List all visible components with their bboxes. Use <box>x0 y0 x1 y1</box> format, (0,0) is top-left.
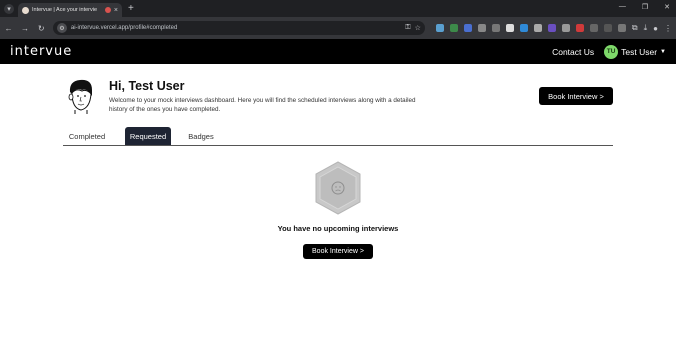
intervue-logo[interactable]: intervue <box>10 44 72 59</box>
extensions-row: ⧉ ⤓ ● ⋮ <box>435 23 672 33</box>
profile-icon[interactable]: ● <box>653 24 658 33</box>
extension-icon[interactable] <box>533 24 542 32</box>
recording-icon <box>104 7 111 13</box>
forward-icon[interactable]: → <box>20 24 29 33</box>
user-name: Test User <box>621 46 658 57</box>
extension-icon[interactable] <box>477 24 486 32</box>
url-text[interactable]: ai-intervue.vercel.app/profile#completed <box>71 25 401 31</box>
book-interview-button[interactable]: Book Interview > <box>539 87 613 105</box>
extension-icon[interactable] <box>463 24 472 32</box>
dashboard-description: Welcome to your mock interviews dashboar… <box>109 97 416 113</box>
extension-icon[interactable] <box>603 24 612 32</box>
extension-icon[interactable] <box>575 24 584 32</box>
site-header: intervue Contact Us TU Test User ▼ <box>0 39 676 98</box>
browser-toolbar: ← → ↻ ⚙ ai-intervue.vercel.app/profile#c… <box>0 17 676 39</box>
tab-requested[interactable]: Requested <box>125 127 171 145</box>
extensions-puzzle-icon[interactable]: ⧉ <box>632 23 638 33</box>
book-interview-button-empty[interactable]: Book Interview > <box>303 244 373 259</box>
menu-kebab-icon[interactable]: ⋮ <box>664 24 672 33</box>
extension-icon[interactable] <box>617 24 626 32</box>
tab-search-icon[interactable]: ▾ <box>4 3 14 14</box>
avatar-illustration-icon <box>68 79 92 114</box>
empty-state-message: You have no upcoming interviews <box>277 224 399 233</box>
password-key-icon[interactable]: ⚿ <box>405 24 410 32</box>
tab-completed[interactable]: Completed <box>63 127 111 145</box>
header-right: Contact Us TU Test User ▼ <box>552 44 666 59</box>
avatar: TU <box>604 44 619 59</box>
window-controls: — ❐ ✕ <box>619 3 670 11</box>
profile-tabs: Completed Requested Badges <box>63 127 613 146</box>
user-menu[interactable]: TU Test User ▼ <box>604 44 666 59</box>
close-window-icon[interactable]: ✕ <box>664 3 670 11</box>
browser-tab-bar: ▾ Intervue | Ace your intervie × + — ❐ ✕ <box>0 0 676 17</box>
extension-icon[interactable] <box>547 24 556 32</box>
extension-icon[interactable] <box>435 24 444 32</box>
chevron-down-icon: ▼ <box>660 48 666 55</box>
reload-icon[interactable]: ↻ <box>37 24 46 33</box>
extension-icon[interactable] <box>491 24 500 32</box>
extension-icon[interactable] <box>589 24 598 32</box>
tab-title: Intervue | Ace your intervie <box>32 7 98 13</box>
download-icon[interactable]: ⤓ <box>644 23 648 33</box>
browser-tab[interactable]: Intervue | Ace your intervie × <box>18 3 122 17</box>
bookmark-star-icon[interactable]: ☆ <box>415 24 421 32</box>
extension-icon[interactable] <box>505 24 514 32</box>
empty-badge-icon <box>315 161 361 215</box>
minimize-icon[interactable]: — <box>619 3 626 11</box>
page-title: Hi, Test User <box>109 79 185 93</box>
close-tab-icon[interactable]: × <box>114 7 118 14</box>
new-tab-button[interactable]: + <box>128 3 134 14</box>
maximize-icon[interactable]: ❐ <box>642 3 648 11</box>
extension-icon[interactable] <box>561 24 570 32</box>
tab-badges[interactable]: Badges <box>185 127 217 145</box>
favicon-icon <box>22 6 29 14</box>
extension-icon[interactable] <box>449 24 458 32</box>
site-info-icon[interactable]: ⚙ <box>56 23 67 33</box>
back-icon[interactable]: ← <box>4 24 13 33</box>
extension-icon[interactable] <box>519 24 528 32</box>
address-bar[interactable]: ⚙ ai-intervue.vercel.app/profile#complet… <box>52 21 425 35</box>
contact-us-link[interactable]: Contact Us <box>552 47 594 57</box>
